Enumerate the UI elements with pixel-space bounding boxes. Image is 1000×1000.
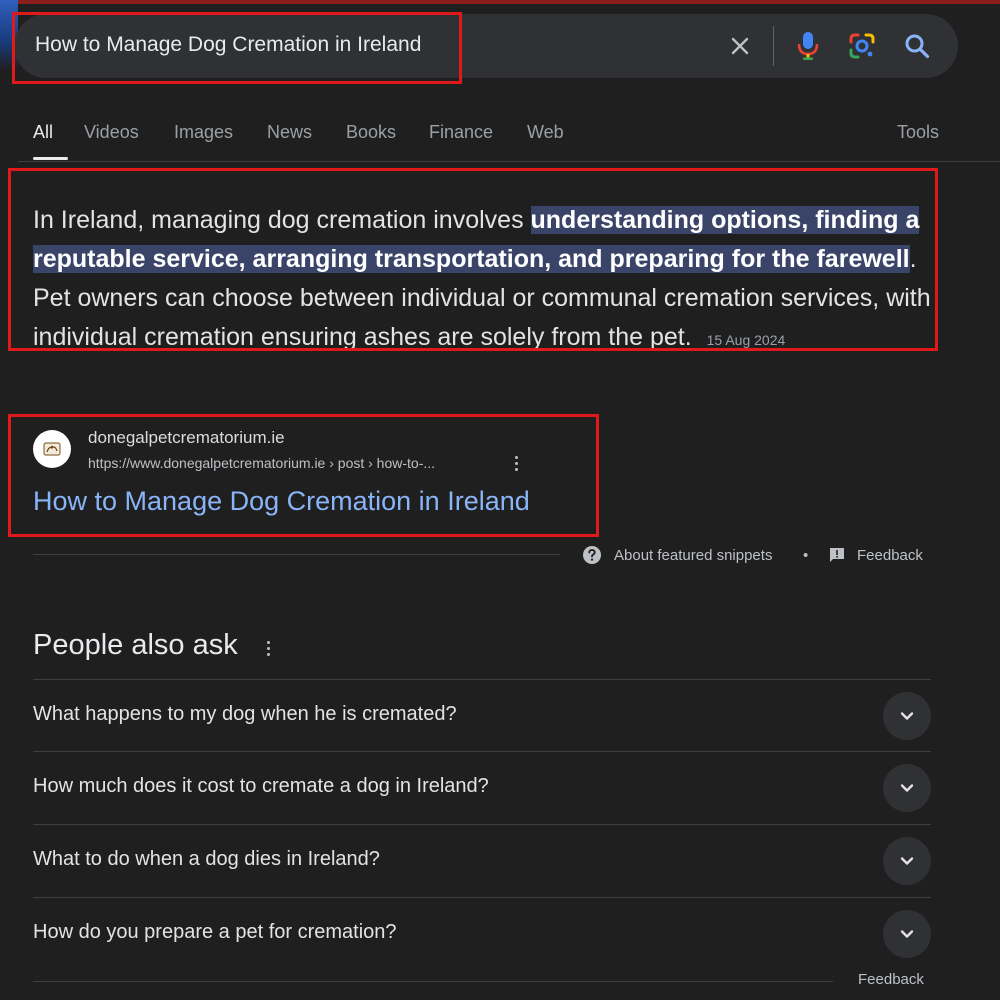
feedback-icon bbox=[829, 547, 845, 563]
about-featured-snippets-label: About featured snippets bbox=[614, 546, 773, 564]
people-also-ask-heading: People also ask bbox=[33, 629, 238, 661]
chevron-down-icon[interactable] bbox=[883, 910, 931, 958]
about-featured-snippets-link[interactable]: About featured snippets bbox=[582, 542, 772, 568]
help-circle-icon bbox=[582, 545, 602, 565]
site-favicon[interactable] bbox=[33, 430, 71, 468]
separator-dot: • bbox=[803, 546, 809, 564]
google-lens-icon[interactable] bbox=[844, 28, 880, 64]
search-tabs: All Videos Images News Books Finance Web… bbox=[0, 110, 1000, 162]
snippet-feedback-button[interactable]: Feedback bbox=[829, 542, 923, 568]
search-input[interactable]: How to Manage Dog Cremation in Ireland bbox=[35, 33, 421, 57]
paa-bottom-divider bbox=[33, 981, 833, 982]
more-vert-icon[interactable] bbox=[508, 452, 524, 474]
chevron-down-icon[interactable] bbox=[883, 837, 931, 885]
tab-finance[interactable]: Finance bbox=[429, 122, 493, 143]
chevron-down-icon[interactable] bbox=[883, 764, 931, 812]
tab-videos[interactable]: Videos bbox=[84, 122, 139, 143]
paa-question-text: What happens to my dog when he is cremat… bbox=[33, 703, 457, 725]
tabs-divider bbox=[18, 161, 1000, 162]
chevron-down-icon[interactable] bbox=[883, 692, 931, 740]
search-bar-divider bbox=[773, 26, 774, 66]
active-tab-indicator bbox=[33, 157, 68, 160]
tab-news[interactable]: News bbox=[267, 122, 312, 143]
source-url[interactable]: https://www.donegalpetcrematorium.ie › p… bbox=[88, 455, 435, 471]
snippet-date: 15 Aug 2024 bbox=[706, 332, 786, 348]
tab-all[interactable]: All bbox=[33, 122, 53, 143]
paa-feedback-link[interactable]: Feedback bbox=[858, 971, 924, 988]
featured-snippet-text: In Ireland, managing dog cremation invol… bbox=[33, 201, 933, 360]
source-site-name[interactable]: donegalpetcrematorium.ie bbox=[88, 428, 285, 448]
paa-question[interactable]: What happens to my dog when he is cremat… bbox=[33, 679, 931, 752]
snippet-feedback-label: Feedback bbox=[857, 546, 923, 564]
tools-button[interactable]: Tools bbox=[897, 122, 939, 143]
paa-question-text: How do you prepare a pet for cremation? bbox=[33, 921, 397, 943]
tab-web[interactable]: Web bbox=[527, 122, 564, 143]
tab-images[interactable]: Images bbox=[174, 122, 233, 143]
paa-question-text: What to do when a dog dies in Ireland? bbox=[33, 848, 380, 870]
paa-question[interactable]: What to do when a dog dies in Ireland? bbox=[33, 824, 931, 897]
paa-question-text: How much does it cost to cremate a dog i… bbox=[33, 775, 489, 797]
search-bar[interactable]: How to Manage Dog Cremation in Ireland bbox=[14, 14, 958, 78]
tab-books[interactable]: Books bbox=[346, 122, 396, 143]
snippet-divider bbox=[33, 554, 560, 555]
paa-question[interactable]: How do you prepare a pet for cremation? bbox=[33, 897, 931, 970]
paa-question[interactable]: How much does it cost to cremate a dog i… bbox=[33, 751, 931, 824]
result-title-link[interactable]: How to Manage Dog Cremation in Ireland bbox=[33, 486, 530, 517]
more-vert-icon[interactable] bbox=[260, 636, 276, 660]
microphone-icon[interactable] bbox=[790, 28, 826, 64]
search-results-page: How to Manage Dog Cremation in Ireland A… bbox=[0, 0, 1000, 1000]
search-icon[interactable] bbox=[899, 28, 935, 64]
close-icon[interactable] bbox=[722, 28, 758, 64]
footer-separator: • bbox=[803, 542, 808, 568]
snippet-text-before: In Ireland, managing dog cremation invol… bbox=[33, 206, 531, 234]
top-stripe bbox=[0, 0, 1000, 4]
